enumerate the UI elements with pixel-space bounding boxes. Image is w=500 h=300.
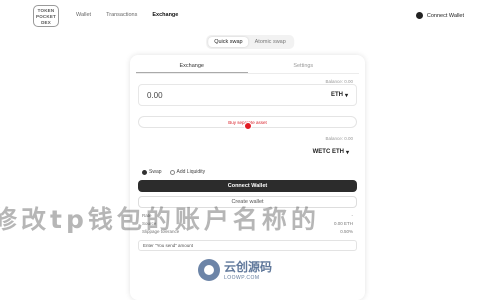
from-row: 0.00 ETH ▾	[138, 84, 357, 106]
radio-unselected-icon	[169, 169, 175, 175]
chevron-down-icon: ▾	[345, 149, 349, 156]
option-add-liquidity[interactable]: Add Liquidity	[169, 169, 206, 175]
watermark-brand-en: LOOWP.COM	[224, 275, 260, 281]
info-value: 0.00 ETH	[333, 221, 353, 226]
send-amount-field[interactable]: Enter "You send" amount	[138, 240, 357, 251]
watermark-logo: 云创源码 LOOWP.COM	[198, 258, 272, 281]
radio-selected-icon	[142, 169, 147, 175]
to-token-select[interactable]: WETC ETH ▾	[313, 149, 349, 156]
watermark-title: 修改tp钱包的账户名称的	[0, 205, 320, 234]
tab-settings[interactable]: Settings	[248, 61, 360, 73]
from-amount-input[interactable]: 0.00	[147, 91, 163, 100]
mode-atomic-swap[interactable]: Atomic swap	[249, 37, 292, 47]
option-swap[interactable]: Swap	[142, 169, 162, 175]
logo-line-1: TOKEN	[37, 7, 55, 13]
to-token-label: WETC ETH	[312, 149, 344, 155]
nav-wallet[interactable]: Wallet	[76, 12, 91, 18]
option-swap-label: Swap	[149, 169, 162, 175]
top-nav: Wallet Transactions Exchange	[76, 12, 178, 18]
watermark-brand-cn: 云创源码	[224, 260, 273, 274]
info-value: 0.50%	[340, 229, 353, 234]
from-token-select[interactable]: ETH ▾	[331, 92, 348, 99]
nav-transactions[interactable]: Transactions	[106, 12, 137, 18]
from-token-label: ETH	[330, 92, 343, 98]
wallet-status-icon	[415, 12, 423, 19]
connect-wallet-header-label: Connect Wallet	[426, 12, 464, 19]
brand-logo-icon	[198, 258, 220, 281]
buy-wrap: Buy separate asset	[138, 116, 357, 130]
logo-line-2: POCKET	[36, 13, 56, 19]
mode-quick-swap[interactable]: Quick swap	[208, 37, 249, 47]
connect-wallet-header[interactable]: Connect Wallet	[415, 12, 464, 19]
swap-mode-switch: Quick swap Atomic swap	[206, 35, 294, 49]
option-add-liquidity-label: Add Liquidity	[176, 169, 206, 175]
watermark-brand: 云创源码 LOOWP.COM	[224, 258, 272, 281]
app-logo: TOKEN POCKET DEX	[33, 5, 59, 27]
swap-direction-icon[interactable]	[243, 122, 252, 130]
tab-exchange[interactable]: Exchange	[136, 61, 248, 73]
connect-wallet-button[interactable]: Connect Wallet	[138, 180, 357, 192]
logo-line-3: DEX	[41, 19, 51, 25]
to-row: WETC ETH ▾	[138, 141, 357, 163]
nav-exchange[interactable]: Exchange	[152, 12, 178, 18]
card-tabs: Exchange Settings	[136, 61, 359, 74]
info-value: -	[351, 213, 354, 218]
chevron-down-icon: ▾	[344, 92, 348, 99]
